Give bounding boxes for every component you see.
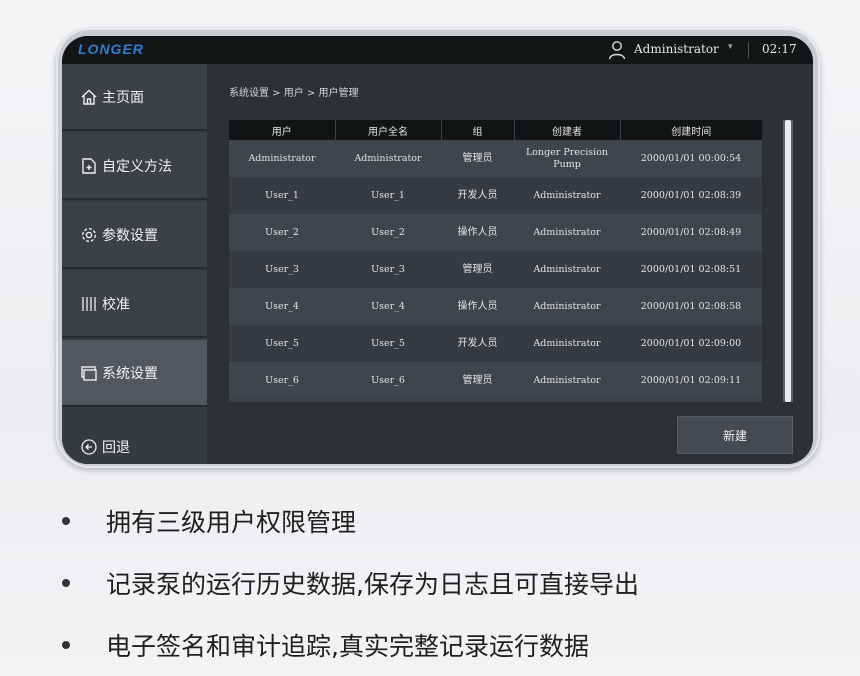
column-header-group[interactable]: 组 <box>440 120 514 140</box>
back-button[interactable]: 回退 <box>62 429 207 464</box>
feature-item: 记录泵的运行历史数据,保存为日志且可直接导出 <box>60 552 840 614</box>
sidebar-item-label: 参数设置 <box>102 227 158 244</box>
column-header-created[interactable]: 创建时间 <box>619 120 762 140</box>
cell-fullname: Administrator <box>335 140 441 177</box>
cell-user: User_4 <box>229 288 335 325</box>
cell-fullname: User_4 <box>335 288 441 325</box>
clock: 02:17 <box>762 42 797 56</box>
cell-creator: Administrator <box>514 362 620 399</box>
sidebar-item-parameters[interactable]: 参数设置 <box>62 202 207 269</box>
cell-created: 2000/01/01 02:08:58 <box>620 288 762 325</box>
cell-creator: Administrator <box>514 214 620 251</box>
cell-creator: Administrator <box>514 288 620 325</box>
cell-created: 2000/01/01 02:08:51 <box>620 251 762 288</box>
sidebar-item-label: 主页面 <box>102 89 144 106</box>
chevron-down-icon[interactable]: ▾ <box>728 42 733 52</box>
table-row[interactable]: User_1 User_1 开发人员 Administrator 2000/01… <box>229 177 762 214</box>
cell-group: 开发人员 <box>441 325 514 362</box>
cell-creator: Administrator <box>514 177 620 214</box>
home-icon <box>81 89 97 105</box>
feature-text: 记录泵的运行历史数据,保存为日志且可直接导出 <box>106 570 639 599</box>
feature-text: 电子签名和审计追踪,真实完整记录运行数据 <box>106 632 589 661</box>
breadcrumb: 系统设置 > 用户 > 用户管理 <box>229 88 359 99</box>
cell-user: User_5 <box>229 325 335 362</box>
cell-fullname: User_6 <box>335 362 441 399</box>
sidebar-item-label: 自定义方法 <box>102 158 172 175</box>
user-table: 用户 用户全名 组 创建者 创建时间 Administrator Adminis… <box>229 120 762 402</box>
cell-group: 管理员 <box>441 140 514 177</box>
feature-text: 拥有三级用户权限管理 <box>106 508 357 537</box>
back-arrow-icon <box>81 438 97 455</box>
back-label: 回退 <box>102 439 130 456</box>
cell-created: 2000/01/01 02:08:49 <box>620 214 762 251</box>
scrollbar-thumb[interactable] <box>785 120 791 402</box>
bullet-dot <box>62 517 70 525</box>
user-icon <box>608 41 626 60</box>
feature-item: 拥有三级用户权限管理 <box>60 490 840 552</box>
sidebar-item-home[interactable]: 主页面 <box>62 64 207 131</box>
cell-fullname: User_2 <box>335 214 441 251</box>
sidebar-item-label: 校准 <box>102 296 130 313</box>
column-header-fullname[interactable]: 用户全名 <box>334 120 441 140</box>
cell-user: User_1 <box>229 177 335 214</box>
current-user[interactable]: Administrator <box>634 42 719 56</box>
cell-fullname: User_5 <box>335 325 441 362</box>
sidebar-item-custom-method[interactable]: 自定义方法 <box>62 133 207 200</box>
cell-group: 管理员 <box>441 251 514 288</box>
bars-icon <box>82 296 96 311</box>
bullet-dot <box>62 641 70 649</box>
cell-user: Administrator <box>229 140 335 177</box>
header-divider <box>748 42 749 58</box>
bullet-dot <box>62 579 70 587</box>
cell-fullname: User_3 <box>335 251 441 288</box>
cell-created: 2000/01/01 02:08:39 <box>620 177 762 214</box>
table-row[interactable]: User_4 User_4 操作人员 Administrator 2000/01… <box>229 288 762 325</box>
table-header: 用户 用户全名 组 创建者 创建时间 <box>229 120 762 140</box>
table-row[interactable]: User_3 User_3 管理员 Administrator 2000/01/… <box>229 251 762 288</box>
table-row[interactable]: User_5 User_5 开发人员 Administrator 2000/01… <box>229 325 762 362</box>
table-row[interactable]: User_6 User_6 管理员 Administrator 2000/01/… <box>229 362 762 399</box>
cell-created: 2000/01/01 02:09:11 <box>620 362 762 399</box>
column-header-user[interactable]: 用户 <box>229 120 335 140</box>
cell-group: 管理员 <box>441 362 514 399</box>
new-user-button[interactable]: 新建 <box>677 416 793 454</box>
sidebar-item-calibration[interactable]: 校准 <box>62 271 207 338</box>
cell-fullname: User_1 <box>335 177 441 214</box>
cell-user: User_6 <box>229 362 335 399</box>
cell-user: User_3 <box>229 251 335 288</box>
feature-item: 电子签名和审计追踪,真实完整记录运行数据 <box>60 614 840 676</box>
main-content: 系统设置 > 用户 > 用户管理 用户 用户全名 组 创建者 创建时间 Admi… <box>207 64 813 464</box>
table-scrollbar[interactable] <box>783 120 793 402</box>
cell-created: 2000/01/01 00:00:54 <box>620 140 762 177</box>
cell-creator: Longer Precision Pump <box>514 140 620 177</box>
table-row[interactable]: Administrator Administrator 管理员 Longer P… <box>229 140 762 177</box>
cell-creator: Administrator <box>514 325 620 362</box>
sidebar-item-system-settings[interactable]: 系统设置 <box>62 340 207 407</box>
cell-group: 操作人员 <box>441 288 514 325</box>
cell-group: 开发人员 <box>441 177 514 214</box>
cell-group: 操作人员 <box>441 214 514 251</box>
cell-user: User_2 <box>229 214 335 251</box>
sidebar: 主页面 自定义方法 参数设置 校准 系统设置 回退 <box>62 64 207 464</box>
touch-screen: LONGER Administrator ▾ 02:17 主页面 自定义方法 参… <box>62 36 813 464</box>
table-row[interactable]: User_2 User_2 操作人员 Administrator 2000/01… <box>229 214 762 251</box>
cell-creator: Administrator <box>514 251 620 288</box>
sidebar-item-label: 系统设置 <box>102 365 158 382</box>
document-add-icon <box>82 157 96 174</box>
brand-logo: LONGER <box>78 41 144 57</box>
top-bar: LONGER Administrator ▾ 02:17 <box>62 36 813 64</box>
windows-icon <box>81 365 97 381</box>
gear-icon <box>81 227 97 242</box>
column-header-creator[interactable]: 创建者 <box>513 120 620 140</box>
cell-created: 2000/01/01 02:09:00 <box>620 325 762 362</box>
feature-list: 拥有三级用户权限管理 记录泵的运行历史数据,保存为日志且可直接导出 电子签名和审… <box>60 490 840 676</box>
